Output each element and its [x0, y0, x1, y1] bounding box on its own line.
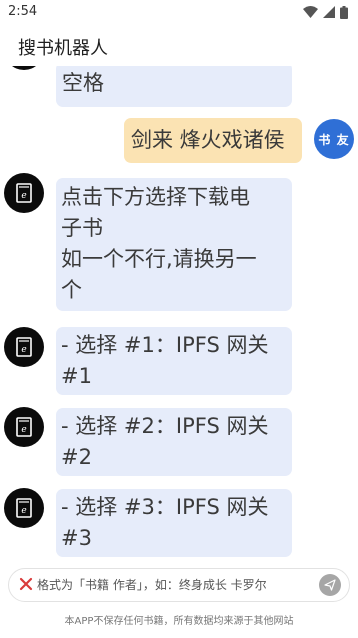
send-icon: [324, 579, 336, 591]
option-text: - 选择 #2：IPFS 网关 #2: [61, 414, 269, 469]
bot-avatar: e: [4, 327, 44, 367]
wifi-icon: [303, 6, 318, 18]
status-bar: 2:54: [0, 0, 358, 26]
footer-note: 本APP不保存任何书籍，所有数据均来源于其他网站: [64, 616, 294, 627]
download-option-2[interactable]: - 选择 #2：IPFS 网关 #2: [56, 408, 292, 476]
status-time: 2:54: [8, 4, 38, 19]
option-text: - 选择 #3：IPFS 网关 #3: [61, 495, 269, 550]
download-option-3[interactable]: - 选择 #3：IPFS 网关 #3: [56, 489, 292, 557]
user-avatar-label: 书 友: [318, 132, 350, 147]
svg-text:e: e: [21, 191, 26, 201]
ebook-icon: e: [16, 337, 32, 357]
search-input[interactable]: [37, 570, 317, 600]
ebook-icon: e: [16, 183, 32, 203]
bot-avatar: e: [4, 407, 44, 447]
ebook-icon: e: [16, 498, 32, 518]
app-title: 搜书机器人: [18, 38, 108, 59]
bot-avatar: e: [4, 488, 44, 528]
close-icon[interactable]: [19, 577, 33, 591]
ebook-icon: e: [16, 417, 32, 437]
send-button[interactable]: [319, 574, 341, 596]
download-option-1[interactable]: - 选择 #1：IPFS 网关 #1: [56, 327, 292, 395]
signal-icon: [323, 6, 335, 18]
status-icons: [303, 5, 348, 19]
bot-message: 点击下方选择下载电 子书 如一个不行,请换另一 个: [56, 178, 292, 311]
user-avatar: 书 友: [314, 119, 354, 159]
bot-message: 空格: [56, 66, 292, 107]
search-box: [8, 568, 350, 602]
bot-avatar: e: [4, 173, 44, 213]
user-message: 剑来 烽火戏诸侯: [124, 118, 302, 163]
input-area: [0, 562, 358, 606]
svg-text:e: e: [21, 345, 26, 355]
option-text: - 选择 #1：IPFS 网关 #1: [61, 333, 269, 388]
message-text: 点击下方选择下载电 子书 如一个不行,请换另一 个: [61, 185, 257, 302]
message-text: 剑来 烽火戏诸侯: [131, 128, 285, 152]
svg-text:e: e: [21, 425, 26, 435]
app-bar: 搜书机器人: [0, 26, 358, 66]
chat-area[interactable]: 空格 剑来 烽火戏诸侯 书 友 e 点击下方选择下载电 子书 如一个不行,请换另…: [0, 66, 358, 562]
battery-icon: [340, 5, 348, 19]
svg-text:e: e: [21, 506, 26, 516]
bot-avatar: [4, 66, 44, 70]
message-text: 空格: [62, 71, 104, 95]
